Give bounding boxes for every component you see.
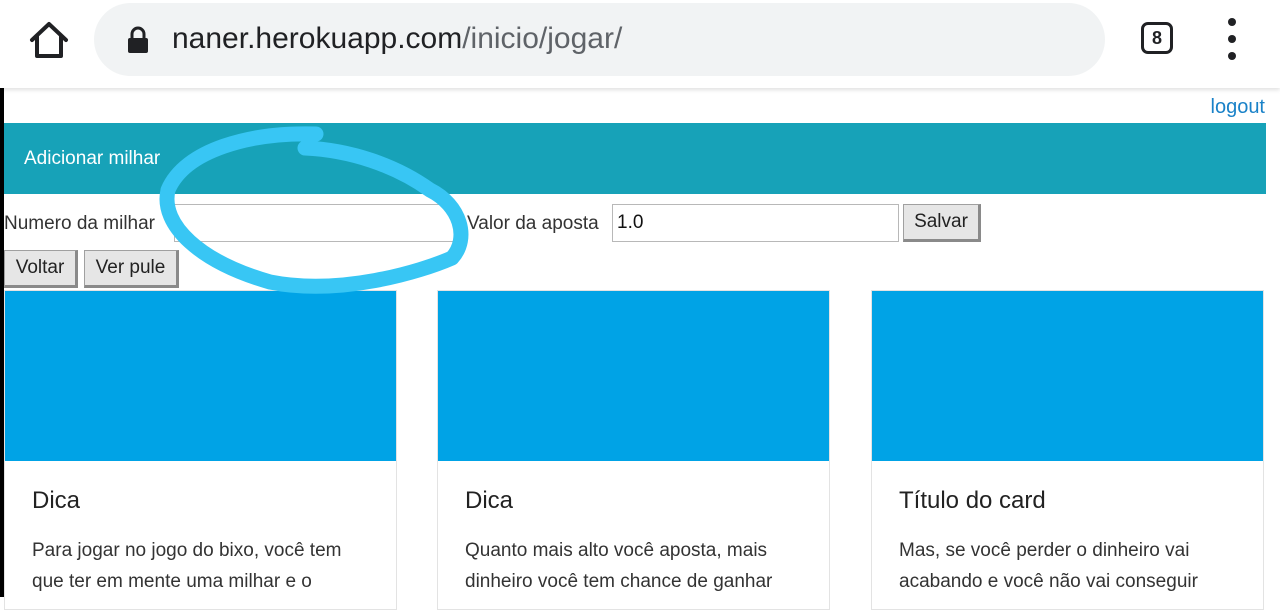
card-image	[438, 291, 829, 461]
numero-input[interactable]	[174, 204, 457, 242]
card: Título do card Mas, se você perder o din…	[871, 290, 1264, 610]
card-title: Dica	[465, 487, 514, 514]
card-title: Dica	[32, 487, 81, 514]
view-pule-button[interactable]: Ver pule	[84, 250, 179, 288]
more-vert-icon[interactable]	[1220, 18, 1244, 60]
save-button[interactable]: Salvar	[903, 204, 981, 242]
card-title: Título do card	[899, 487, 1046, 514]
section-header: Adicionar milhar	[4, 123, 1266, 194]
url-text: naner.herokuapp.com/inicio/jogar/	[172, 19, 622, 59]
url-host: naner.herokuapp.com	[172, 22, 463, 55]
home-icon[interactable]	[26, 18, 72, 64]
valor-label: Valor da aposta	[467, 213, 599, 234]
bet-form: Numero da milhar Valor da aposta 1.0 Sal…	[4, 204, 1274, 244]
card: Dica Para jogar no jogo do bixo, você te…	[4, 290, 397, 610]
card-text: Para jogar no jogo do bixo, você tem que…	[32, 540, 342, 592]
card-image	[872, 291, 1263, 461]
card-text: Quanto mais alto você aposta, mais dinhe…	[465, 540, 773, 592]
section-title: Adicionar milhar	[24, 148, 161, 169]
url-path: /inicio/jogar/	[462, 22, 623, 55]
browser-toolbar: naner.herokuapp.com/inicio/jogar/ 8	[0, 0, 1280, 88]
lock-icon	[126, 25, 150, 55]
logout-link[interactable]: logout	[1211, 96, 1266, 119]
address-bar[interactable]: naner.herokuapp.com/inicio/jogar/	[94, 3, 1105, 76]
tab-switcher-button[interactable]: 8	[1141, 22, 1173, 54]
card-text: Mas, se você perder o dinheiro vai acaba…	[899, 540, 1198, 592]
card-image	[5, 291, 396, 461]
numero-label: Numero da milhar	[4, 213, 155, 234]
valor-input[interactable]: 1.0	[612, 204, 899, 242]
back-button[interactable]: Voltar	[4, 250, 78, 288]
card: Dica Quanto mais alto você aposta, mais …	[437, 290, 830, 610]
